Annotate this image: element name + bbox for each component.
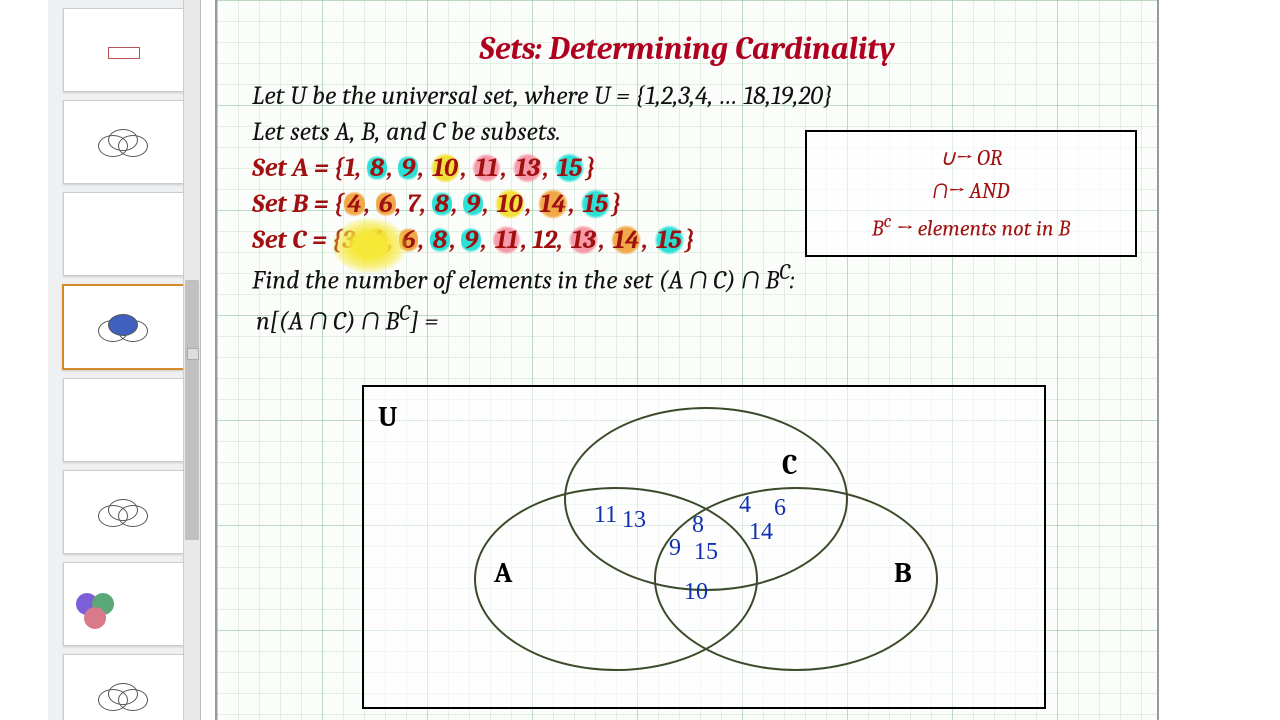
thumbnail[interactable]: [63, 100, 185, 184]
text: }: [685, 225, 695, 255]
text: = {1,2,3,4, … 18,19,20}: [610, 81, 832, 111]
n: 9: [463, 189, 483, 219]
venn-num: 9: [669, 535, 681, 562]
n: 10: [494, 189, 525, 219]
label-a: A: [494, 557, 512, 589]
text: Set C = {: [252, 225, 342, 255]
n: 6: [399, 225, 419, 255]
text: , B, and C be subsets.: [350, 117, 561, 147]
n: 14: [610, 225, 642, 255]
scroll-thumb[interactable]: [185, 280, 199, 540]
text: ∩ C) ∩ B: [683, 266, 779, 296]
thumbnail[interactable]: [63, 378, 185, 462]
n: 13: [568, 225, 599, 255]
n: 10: [430, 153, 461, 183]
n: 7: [407, 189, 420, 219]
legend-line: ∩→ AND: [821, 175, 1121, 208]
venn-num: 6: [774, 495, 786, 522]
n: 3: [342, 225, 355, 255]
venn-num: 11: [594, 502, 617, 529]
thumbnail[interactable]: [63, 192, 185, 276]
text: be the universal set, where: [306, 81, 594, 111]
n: 13: [512, 153, 543, 183]
n: 9: [461, 225, 481, 255]
thumbnail-selected[interactable]: [62, 284, 186, 370]
venn-diagram-box: U A B C 11 13 8 9 15 4 6 14 10: [362, 385, 1046, 709]
text: ] =: [410, 306, 438, 336]
n: 15: [580, 189, 611, 219]
sup: C: [779, 261, 790, 285]
n: 6: [376, 189, 396, 219]
text: Let sets: [252, 117, 335, 147]
n: 14: [537, 189, 569, 219]
legend-box: ∪→ OR ∩→ AND Bc → elements not in B: [805, 130, 1137, 257]
equation-line: n[(A ∩ C) ∩ BC] =: [256, 302, 1122, 337]
slide-canvas: Sets: Determining Cardinality Let U be t…: [215, 0, 1159, 720]
legend-line: ∪→ OR: [821, 142, 1121, 175]
n: 15: [654, 225, 685, 255]
sup: C: [399, 302, 410, 326]
n: 1: [344, 153, 355, 183]
n: 11: [472, 153, 501, 183]
venn-num: 14: [749, 519, 773, 546]
n: 8: [367, 153, 387, 183]
scroll-marker: [187, 348, 199, 360]
n: 8: [432, 189, 452, 219]
venn-num: 4: [739, 492, 751, 519]
venn-num: 10: [684, 579, 708, 606]
venn-num: 8: [692, 512, 704, 539]
text: Set A = {: [252, 153, 344, 183]
n: 11: [492, 225, 521, 255]
venn-diagram: A B C 11 13 8 9 15 4 6 14 10: [474, 407, 944, 697]
thumbnail[interactable]: [63, 654, 185, 720]
text: }: [585, 153, 595, 183]
n: 8: [430, 225, 450, 255]
universe-label: U: [378, 401, 397, 433]
thumbnail[interactable]: [63, 8, 185, 92]
n: 4: [367, 225, 388, 255]
text-line: Let U be the universal set, where U = {1…: [252, 81, 1122, 111]
text: Set B = {: [252, 189, 344, 219]
text: Let: [252, 81, 290, 111]
text: }: [611, 189, 621, 219]
venn-num: 13: [622, 507, 646, 534]
slide-thumbnail-panel[interactable]: [48, 0, 201, 720]
text: :: [790, 266, 795, 296]
slide-title: Sets: Determining Cardinality: [252, 30, 1122, 67]
text: Find the number of elements in the set (: [252, 266, 668, 296]
question-line: Find the number of elements in the set (…: [252, 261, 1122, 296]
thumbnail[interactable]: [63, 470, 185, 554]
venn-num: 15: [694, 539, 718, 566]
n: 12: [533, 225, 558, 255]
n: 15: [554, 153, 585, 183]
n: 9: [398, 153, 418, 183]
text: n[(A ∩ C) ∩ B: [256, 306, 399, 336]
sidebar-scrollbar[interactable]: [183, 0, 200, 720]
thumbnail[interactable]: [63, 562, 185, 646]
label-c: C: [782, 449, 797, 481]
label-b: B: [894, 557, 912, 589]
legend-line: Bc → elements not in B: [821, 208, 1121, 245]
n: 4: [344, 189, 365, 219]
